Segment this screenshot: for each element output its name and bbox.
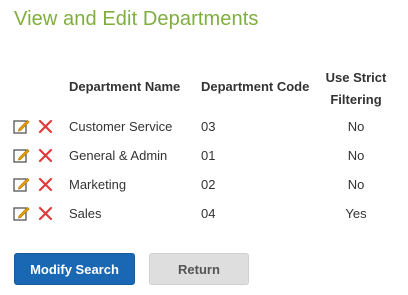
edit-icon[interactable] bbox=[13, 205, 30, 222]
delete-icon[interactable] bbox=[38, 206, 53, 221]
edit-icon[interactable] bbox=[13, 147, 30, 164]
strict-filtering-cell: No bbox=[347, 148, 365, 163]
department-name-cell: General & Admin bbox=[69, 148, 168, 163]
strict-filtering-cell: No bbox=[347, 119, 365, 134]
department-name-cell: Customer Service bbox=[69, 119, 173, 134]
table-row: Sales 04 Yes bbox=[0, 200, 408, 229]
strict-filtering-cell: No bbox=[347, 177, 365, 192]
strict-filtering-cell: Yes bbox=[345, 206, 367, 221]
column-header-department-name: Department Name bbox=[69, 79, 181, 94]
column-header-department-code: Department Code bbox=[201, 79, 310, 94]
delete-icon[interactable] bbox=[38, 148, 53, 163]
delete-icon[interactable] bbox=[38, 177, 53, 192]
department-code-cell: 02 bbox=[201, 177, 216, 192]
department-code-cell: 04 bbox=[201, 206, 216, 221]
table-row: Marketing 02 No bbox=[0, 171, 408, 200]
table-row: General & Admin 01 No bbox=[0, 142, 408, 171]
department-code-cell: 03 bbox=[201, 119, 216, 134]
delete-icon[interactable] bbox=[38, 119, 53, 134]
department-name-cell: Sales bbox=[69, 206, 102, 221]
page-title: View and Edit Departments bbox=[14, 8, 259, 30]
column-header-use-strict-filtering: Use Strict Filtering bbox=[325, 70, 387, 107]
modify-search-button[interactable]: Modify Search bbox=[14, 253, 135, 285]
edit-icon[interactable] bbox=[13, 176, 30, 193]
edit-icon[interactable] bbox=[13, 118, 30, 135]
department-name-cell: Marketing bbox=[69, 177, 127, 192]
return-button[interactable]: Return bbox=[149, 253, 249, 285]
table-row: Customer Service 03 No bbox=[0, 113, 408, 142]
department-code-cell: 01 bbox=[201, 148, 216, 163]
